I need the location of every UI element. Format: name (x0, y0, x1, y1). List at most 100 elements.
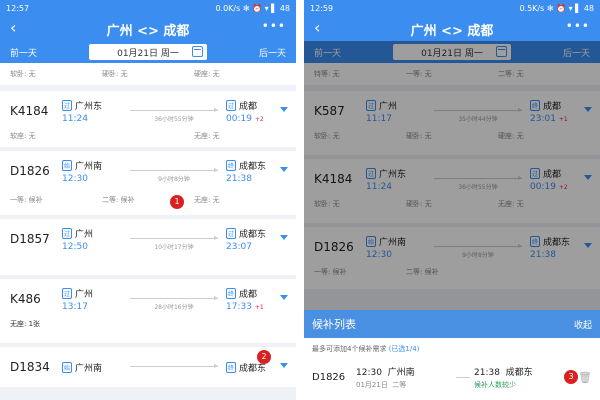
pass-tag: 过 (226, 227, 237, 239)
end-tag: 终 (226, 361, 237, 373)
train-card[interactable]: D1826 始广州南 12:30 9小时8分钟 终成都东 21:38 一等: 候… (0, 151, 296, 215)
departure: 始广州南 (62, 361, 122, 374)
departure-station: 广州东 (75, 101, 103, 112)
screenshot-pair: 12:57 0.0K/s ✻ ⏰ ▾ ▌ 48 ‹ 广州 <> 成都 ••• 前… (0, 0, 600, 400)
seat-info: 软座: 无 (10, 132, 36, 140)
waitlist-arrival: 21:38 成都东 候补人数较少 (474, 365, 558, 390)
next-day-button[interactable]: 后一天 (259, 46, 286, 59)
departure-time: 12:50 (62, 241, 88, 252)
train-card[interactable]: D1834 始广州南 终成都东 2 (0, 347, 296, 387)
expand-icon[interactable] (280, 167, 288, 172)
title-bar: ‹ 广州 <> 成都 ••• (0, 17, 296, 41)
duration-text: 28小时16分钟 (154, 304, 194, 311)
departure-time: 12:30 (62, 173, 88, 184)
train-card[interactable]: K486 过广州 13:17 28小时16分钟 终成都 17:33 +1 无座:… (0, 279, 296, 343)
train-number: D1826 (10, 164, 50, 178)
back-icon[interactable]: ‹ (314, 18, 320, 38)
right-phone-screen: 12:59 0.5K/s ✻ ⏰ ▾ ▌ 48 ‹ 广州 <> 成都 ••• 前… (304, 0, 600, 400)
arrival-time: 00:19 +2 (226, 113, 264, 124)
seat-row: 一等: 候补 二等: 候补 无座: 无 (0, 195, 296, 205)
day-offset: +2 (254, 115, 264, 123)
waitlist-status: 候补人数较少 (474, 380, 516, 389)
date-bar: 前一天 01月21日 周一 后一天 (0, 41, 296, 63)
waitlist-note: 最多可添加4个候补需求 (已选1/4) (312, 345, 420, 353)
waitlist-sheet: 候补列表 收起 最多可添加4个候补需求 (已选1/4) D1826 12:30 … (304, 310, 600, 400)
arrival-station: 成都 (239, 289, 258, 300)
waitlist-count: (已选1/4) (388, 345, 420, 353)
train-number: D1857 (10, 232, 50, 246)
departure-station: 广州 (75, 289, 94, 300)
arrival-time: 21:38 (226, 173, 252, 184)
departure-time: 12:30 (356, 367, 382, 378)
pass-tag: 过 (62, 227, 73, 239)
train-card[interactable]: K4184 过广州东 11:24 36小时55分钟 过成都 00:19 +2 软… (0, 91, 296, 147)
pass-tag: 过 (62, 287, 73, 299)
arrival: 过成都 00:19 +2 (226, 99, 286, 124)
arrival-time: 21:38 (474, 367, 500, 378)
train-card[interactable]: D1857 过广州 12:50 10小时17分钟 过成都东 23:07 (0, 219, 296, 275)
departure: 过广州 12:50 (62, 227, 122, 252)
arrival-time: 17:33 +1 (226, 301, 264, 312)
expand-icon[interactable] (280, 235, 288, 240)
train-number: D1834 (10, 360, 50, 374)
seat-info: 软卧: 无 (10, 70, 36, 78)
date-selector[interactable]: 01月21日 周一 (89, 44, 207, 60)
expand-icon[interactable] (280, 107, 288, 112)
seat-row: 软座: 无 无座: 无 (0, 131, 296, 141)
arrival: 终成都 17:33 +1 (226, 287, 286, 312)
date-label: 01月21日 周一 (117, 48, 179, 59)
left-phone-screen: 12:57 0.0K/s ✻ ⏰ ▾ ▌ 48 ‹ 广州 <> 成都 ••• 前… (0, 0, 296, 400)
waitlist-departure: 12:30 广州南 01月21日 二等 (356, 365, 452, 390)
duration: 28小时16分钟 (122, 286, 226, 312)
annotation-badge: 3 (564, 370, 578, 384)
arrival-time: 23:07 (226, 241, 252, 252)
title-bar: ‹ 广州 <> 成都 ••• (304, 17, 600, 41)
train-number: K486 (10, 292, 41, 306)
seat-info: 无座: 无 (194, 196, 220, 204)
back-icon[interactable]: ‹ (10, 18, 16, 38)
calendar-icon (192, 46, 203, 57)
expand-icon[interactable] (280, 295, 288, 300)
arrival-station: 成都东 (505, 367, 533, 378)
train-row: K4184 过广州东 11:24 36小时55分钟 过成都 00:19 +2 (0, 91, 296, 131)
trash-icon[interactable]: 🗑 (578, 371, 592, 384)
arrival: 过成都东 23:07 (226, 227, 286, 252)
more-icon[interactable]: ••• (262, 19, 286, 33)
status-indicators: 0.0K/s ✻ ⏰ ▾ ▌ 48 (215, 4, 290, 13)
departure: 始广州南 12:30 (62, 159, 122, 184)
annotation-badge: 2 (257, 350, 271, 364)
more-icon[interactable]: ••• (566, 19, 590, 33)
duration: 36小时55分钟 (122, 98, 226, 124)
expand-icon[interactable] (280, 363, 288, 368)
arrival-station: 成都 (239, 101, 258, 112)
waitlist-item[interactable]: D1826 12:30 广州南 01月21日 二等 21:38 成都东 候补人数… (304, 360, 600, 394)
end-tag: 终 (226, 287, 237, 299)
modal-overlay[interactable] (304, 41, 600, 310)
page-title: 广州 <> 成都 (410, 23, 494, 39)
departure: 过广州 13:17 (62, 287, 122, 312)
arrival-station: 成都东 (239, 161, 267, 172)
arrival: 终成都东 (226, 361, 286, 374)
status-indicators: 0.5K/s ✻ ⏰ ▾ ▌ 48 (519, 4, 594, 13)
train-card-partial: 软卧: 无 硬卧: 无 硬座: 无 (0, 63, 296, 85)
start-tag: 始 (62, 361, 73, 373)
duration: 9小时8分钟 (122, 158, 226, 184)
connector-line (456, 376, 470, 378)
end-tag: 终 (226, 159, 237, 171)
seat-info: 硬卧: 无 (102, 70, 128, 78)
status-bar: 12:57 0.0K/s ✻ ⏰ ▾ ▌ 48 (0, 0, 296, 17)
seat-first-class[interactable]: 一等: 候补 (10, 195, 102, 205)
waitlist-header: 候补列表 收起 (304, 310, 600, 338)
seat-row: 无座: 1张 (0, 319, 296, 329)
waitlist-title: 候补列表 (312, 318, 356, 331)
start-tag: 始 (62, 159, 73, 171)
collapse-button[interactable]: 收起 (574, 318, 592, 331)
train-row: D1834 始广州南 终成都东 (0, 347, 296, 387)
status-bar: 12:59 0.5K/s ✻ ⏰ ▾ ▌ 48 (304, 0, 600, 17)
departure-station: 广州南 (75, 161, 103, 172)
duration-text: 10小时17分钟 (154, 244, 194, 251)
departure-station: 广州南 (387, 367, 415, 378)
prev-day-button[interactable]: 前一天 (10, 46, 37, 59)
seat-info: 无座: 1张 (10, 320, 41, 328)
seat-row: 软卧: 无 硬卧: 无 硬座: 无 (0, 69, 296, 79)
